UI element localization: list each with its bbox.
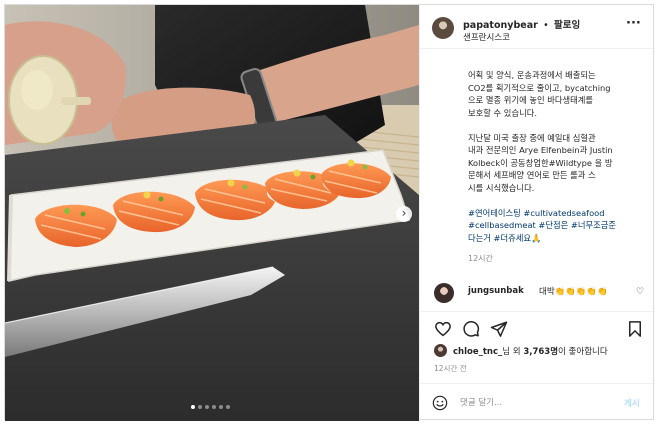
post-header: papatonybear • 팔로잉 샌프란시스코 ··· [420,5,655,49]
likes-count[interactable]: 3,763명 [523,347,558,357]
post-comment-button[interactable]: 게시 [624,397,640,409]
author-line: papatonybear • 팔로잉 [463,17,580,31]
likes-text: chloe_tnc_님 외 3,763명이 좋아합니다 [453,345,608,357]
carousel-dot [205,405,209,409]
post-location[interactable]: 샌프란시스코 [463,31,510,43]
author-username[interactable]: papatonybear [463,20,538,31]
instagram-post-window: › papatonybear • 팔로잉 샌프란시스코 ··· 어획 및 양식,… [4,4,655,421]
carousel-next-button[interactable]: › [396,206,412,222]
carousel-dot [198,405,202,409]
emoji-icon[interactable] [432,395,448,411]
sushi-photo [5,5,419,421]
commenter-username[interactable]: jungsunbak [468,286,524,296]
share-icon[interactable] [490,320,508,338]
likes-middle: 님 외 [502,347,524,357]
comment-like-heart-icon[interactable]: ♡ [636,287,644,297]
following-button[interactable]: 팔로잉 [554,20,580,31]
likes-summary: chloe_tnc_님 외 3,763명이 좋아합니다 [434,344,654,358]
caption-paragraph-2: 지난달 미국 출장 중에 예일대 심혈관 내과 전문의인 Arye Elfenb… [468,132,613,193]
likes-suffix: 이 좋아합니다 [558,347,608,357]
carousel-dot [226,405,230,409]
caption-hashtags[interactable]: #연어테이스팅 #cultivatedseafood #cellbasedmea… [468,207,646,245]
liker-avatar[interactable] [434,344,447,357]
post-photo[interactable]: › [5,5,419,421]
caption-time: 12시간 [468,254,493,263]
comment-row: jungsunbak 대박👏👏👏👏👏 ♡ [420,279,655,305]
header-separator: • [543,20,549,31]
post-timestamp: 12시간 전 [434,364,467,373]
comment-input[interactable] [460,394,610,412]
comment-icon[interactable] [462,320,480,338]
carousel-dot [212,405,216,409]
post-side-panel: papatonybear • 팔로잉 샌프란시스코 ··· 어획 및 양식, 운… [419,5,655,421]
liker-username[interactable]: chloe_tnc_ [453,347,502,357]
comment-text: 대박👏👏👏👏👏 [539,287,608,297]
heart-icon[interactable] [434,320,452,338]
author-avatar[interactable] [432,17,454,39]
action-bar [420,311,655,339]
post-caption: 어획 및 양식, 운송과정에서 배출되는 CO2를 획기적으로 줄이고, byc… [468,69,646,257]
carousel-indicator [191,405,230,411]
more-options-icon[interactable]: ··· [626,17,641,30]
comment-composer: 게시 [420,383,655,421]
commenter-avatar[interactable] [434,283,454,303]
caption-paragraph-1: 어획 및 양식, 운송과정에서 배출되는 CO2를 획기적으로 줄이고, byc… [468,70,611,118]
bookmark-icon[interactable] [626,320,644,338]
carousel-dot [219,405,223,409]
carousel-dot [191,405,195,409]
